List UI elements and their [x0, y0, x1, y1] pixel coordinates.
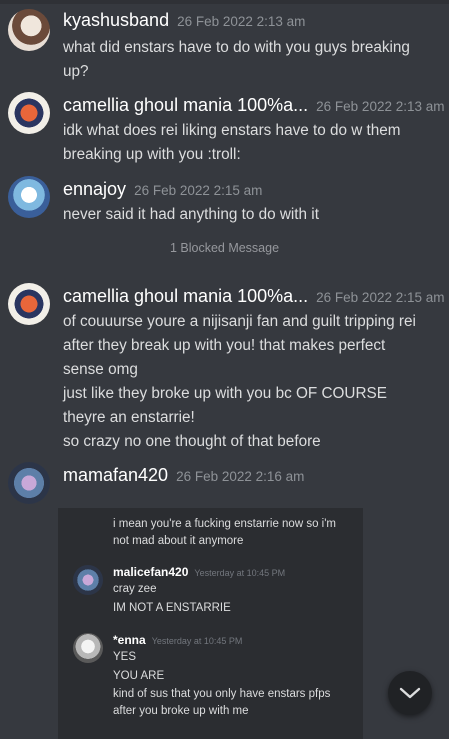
timestamp: 26 Feb 2022 2:15 am: [316, 290, 445, 305]
attachment-intro-text: i mean you're a fucking enstarrie now so…: [113, 518, 336, 547]
message-content: never said it had anything to do with it: [63, 206, 319, 223]
username[interactable]: mamafan420: [63, 465, 168, 486]
avatar[interactable]: [8, 92, 50, 134]
avatar[interactable]: [8, 9, 50, 51]
message-camellia-2: camellia ghoul mania 100%a... 26 Feb 202…: [0, 281, 449, 451]
avatar[interactable]: [8, 283, 50, 325]
avatar[interactable]: [8, 462, 50, 504]
username[interactable]: camellia ghoul mania 100%a...: [63, 286, 308, 307]
message-content: what did enstars have to do with you guy…: [63, 39, 410, 80]
message-camellia-1: camellia ghoul mania 100%a... 26 Feb 202…: [0, 90, 449, 170]
timestamp: 26 Feb 2022 2:15 am: [134, 183, 263, 198]
timestamp: 26 Feb 2022 2:16 am: [176, 469, 305, 484]
timestamp: 26 Feb 2022 2:13 am: [316, 99, 445, 114]
reply-username: *enna Yesterday at 10:45 PM: [113, 633, 243, 647]
scroll-to-bottom-button[interactable]: [388, 671, 432, 715]
top-bar: [0, 0, 449, 4]
avatar: [73, 633, 103, 663]
reply-content: YES YOU ARE kind of sus that you only ha…: [113, 651, 331, 717]
image-attachment[interactable]: i mean you're a fucking enstarrie now so…: [58, 508, 363, 739]
message-mamafan420: mamafan420 26 Feb 2022 2:16 am: [0, 460, 449, 510]
reply-timestamp: Yesterday at 10:45 PM: [151, 636, 243, 646]
reply-timestamp: Yesterday at 10:45 PM: [194, 568, 286, 578]
message-content: of couuurse youre a nijisanji fan and gu…: [63, 313, 416, 450]
avatar[interactable]: [8, 176, 50, 218]
message-ennajoy: ennajoy 26 Feb 2022 2:15 am never said i…: [0, 174, 449, 234]
username[interactable]: kyashusband: [63, 10, 169, 31]
message-kyashusband: kyashusband 26 Feb 2022 2:13 am what did…: [0, 6, 449, 86]
username[interactable]: camellia ghoul mania 100%a...: [63, 95, 308, 116]
reply-username: malicefan420 Yesterday at 10:45 PM: [113, 565, 286, 579]
username[interactable]: ennajoy: [63, 179, 126, 200]
reply-content: cray zee IM NOT A ENSTARRIE: [113, 583, 231, 614]
avatar: [73, 565, 103, 595]
message-content: idk what does rei liking enstars have to…: [63, 122, 401, 163]
blocked-message-indicator[interactable]: 1 Blocked Message: [0, 241, 449, 255]
timestamp: 26 Feb 2022 2:13 am: [177, 14, 306, 29]
chevron-down-icon: [399, 687, 421, 699]
